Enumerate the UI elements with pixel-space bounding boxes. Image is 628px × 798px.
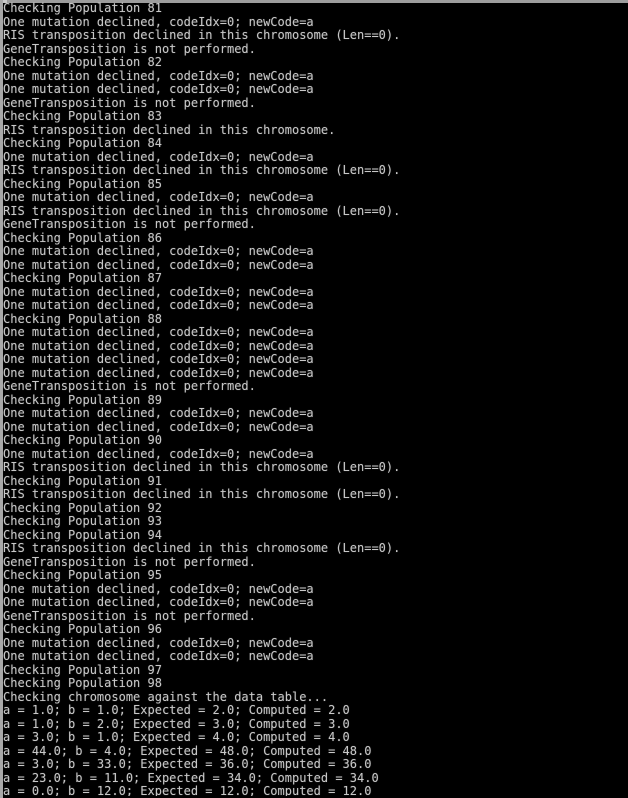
- console-line: a = 44.0; b = 4.0; Expected = 48.0; Comp…: [3, 743, 372, 758]
- console-line: One mutation declined, codeIdx=0; newCod…: [3, 406, 314, 420]
- console-line: a = 3.0; b = 33.0; Expected = 36.0; Comp…: [3, 757, 372, 771]
- console-line: One mutation declined, codeIdx=0; newCod…: [3, 82, 314, 96]
- console-line: Checking Population 96: [3, 622, 162, 636]
- console-line: a = 23.0; b = 11.0; Expected = 34.0; Com…: [3, 770, 379, 785]
- console-line: One mutation declined, codeIdx=0; newCod…: [3, 14, 314, 29]
- console-line: One mutation declined, codeIdx=0; newCod…: [3, 338, 314, 353]
- console-line: One mutation declined, codeIdx=0; newCod…: [3, 325, 314, 339]
- console-line: GeneTransposition is not performed.: [3, 379, 256, 393]
- console-line: RIS transposition declined in this chrom…: [3, 28, 401, 42]
- console-line: One mutation declined, codeIdx=0; newCod…: [3, 149, 314, 164]
- console-line: a = 1.0; b = 1.0; Expected = 2.0; Comput…: [3, 703, 350, 717]
- console-line: Checking Population 84: [3, 136, 162, 150]
- console-line: Checking Population 89: [3, 392, 162, 407]
- console-line: One mutation declined, codeIdx=0; newCod…: [3, 284, 314, 299]
- console-line: One mutation declined, codeIdx=0; newCod…: [3, 257, 314, 272]
- console-line: Checking chromosome against the data tab…: [3, 689, 329, 704]
- console-line: Checking Population 90: [3, 433, 162, 447]
- console-line: Checking Population 91: [3, 473, 162, 488]
- console-line: GeneTransposition is not performed.: [3, 217, 256, 231]
- console-line: Checking Population 95: [3, 568, 162, 582]
- console-line: One mutation declined, codeIdx=0; newCod…: [3, 419, 314, 434]
- console-line: RIS transposition declined in this chrom…: [3, 122, 336, 137]
- console-line: One mutation declined, codeIdx=0; newCod…: [3, 365, 314, 380]
- console-output-text: Checking Population 81 One mutation decli…: [3, 2, 625, 796]
- console-line: One mutation declined, codeIdx=0; newCod…: [3, 446, 314, 461]
- console-line: Checking Population 83: [3, 109, 162, 123]
- console-line: Checking Population 88: [3, 311, 162, 326]
- console-line: Checking Population 93: [3, 514, 162, 528]
- console-window[interactable]: Checking Population 81 One mutation decli…: [0, 0, 628, 798]
- console-line: Checking Population 87: [3, 271, 162, 285]
- console-line: GeneTransposition is not performed.: [3, 608, 256, 623]
- console-line: a = 1.0; b = 2.0; Expected = 3.0; Comput…: [3, 716, 350, 731]
- console-line: One mutation declined, codeIdx=0; newCod…: [3, 649, 314, 663]
- console-line: One mutation declined, codeIdx=0; newCod…: [3, 635, 314, 650]
- console-line: Checking Population 92: [3, 500, 162, 515]
- console-line: RIS transposition declined in this chrom…: [3, 460, 401, 474]
- console-line: RIS transposition declined in this chrom…: [3, 163, 401, 177]
- console-line: Checking Population 85: [3, 176, 162, 191]
- console-line: One mutation declined, codeIdx=0; newCod…: [3, 298, 314, 312]
- console-line: RIS transposition declined in this chrom…: [3, 203, 401, 218]
- console-line: RIS transposition declined in this chrom…: [3, 541, 401, 555]
- console-line: Checking Population 86: [3, 230, 162, 245]
- console-line: GeneTransposition is not performed.: [3, 41, 256, 56]
- console-line: a = 3.0; b = 1.0; Expected = 4.0; Comput…: [3, 730, 350, 744]
- console-line: One mutation declined, codeIdx=0; newCod…: [3, 244, 314, 258]
- console-line: GeneTransposition is not performed.: [3, 95, 256, 110]
- console-line: One mutation declined, codeIdx=0; newCod…: [3, 68, 314, 83]
- console-line: Checking Population 81: [3, 2, 162, 15]
- console-line: Checking Population 94: [3, 527, 162, 542]
- console-line: Checking Population 82: [3, 55, 162, 69]
- console-line: RIS transposition declined in this chrom…: [3, 487, 401, 501]
- console-line: One mutation declined, codeIdx=0; newCod…: [3, 581, 314, 596]
- console-line: One mutation declined, codeIdx=0; newCod…: [3, 190, 314, 204]
- console-line: GeneTransposition is not performed.: [3, 554, 256, 569]
- console-line: Checking Population 97: [3, 662, 162, 677]
- console-line: One mutation declined, codeIdx=0; newCod…: [3, 595, 314, 609]
- console-line: a = 0.0; b = 12.0; Expected = 12.0; Comp…: [3, 784, 372, 796]
- console-line: Checking Population 98: [3, 676, 162, 690]
- console-line: One mutation declined, codeIdx=0; newCod…: [3, 352, 314, 366]
